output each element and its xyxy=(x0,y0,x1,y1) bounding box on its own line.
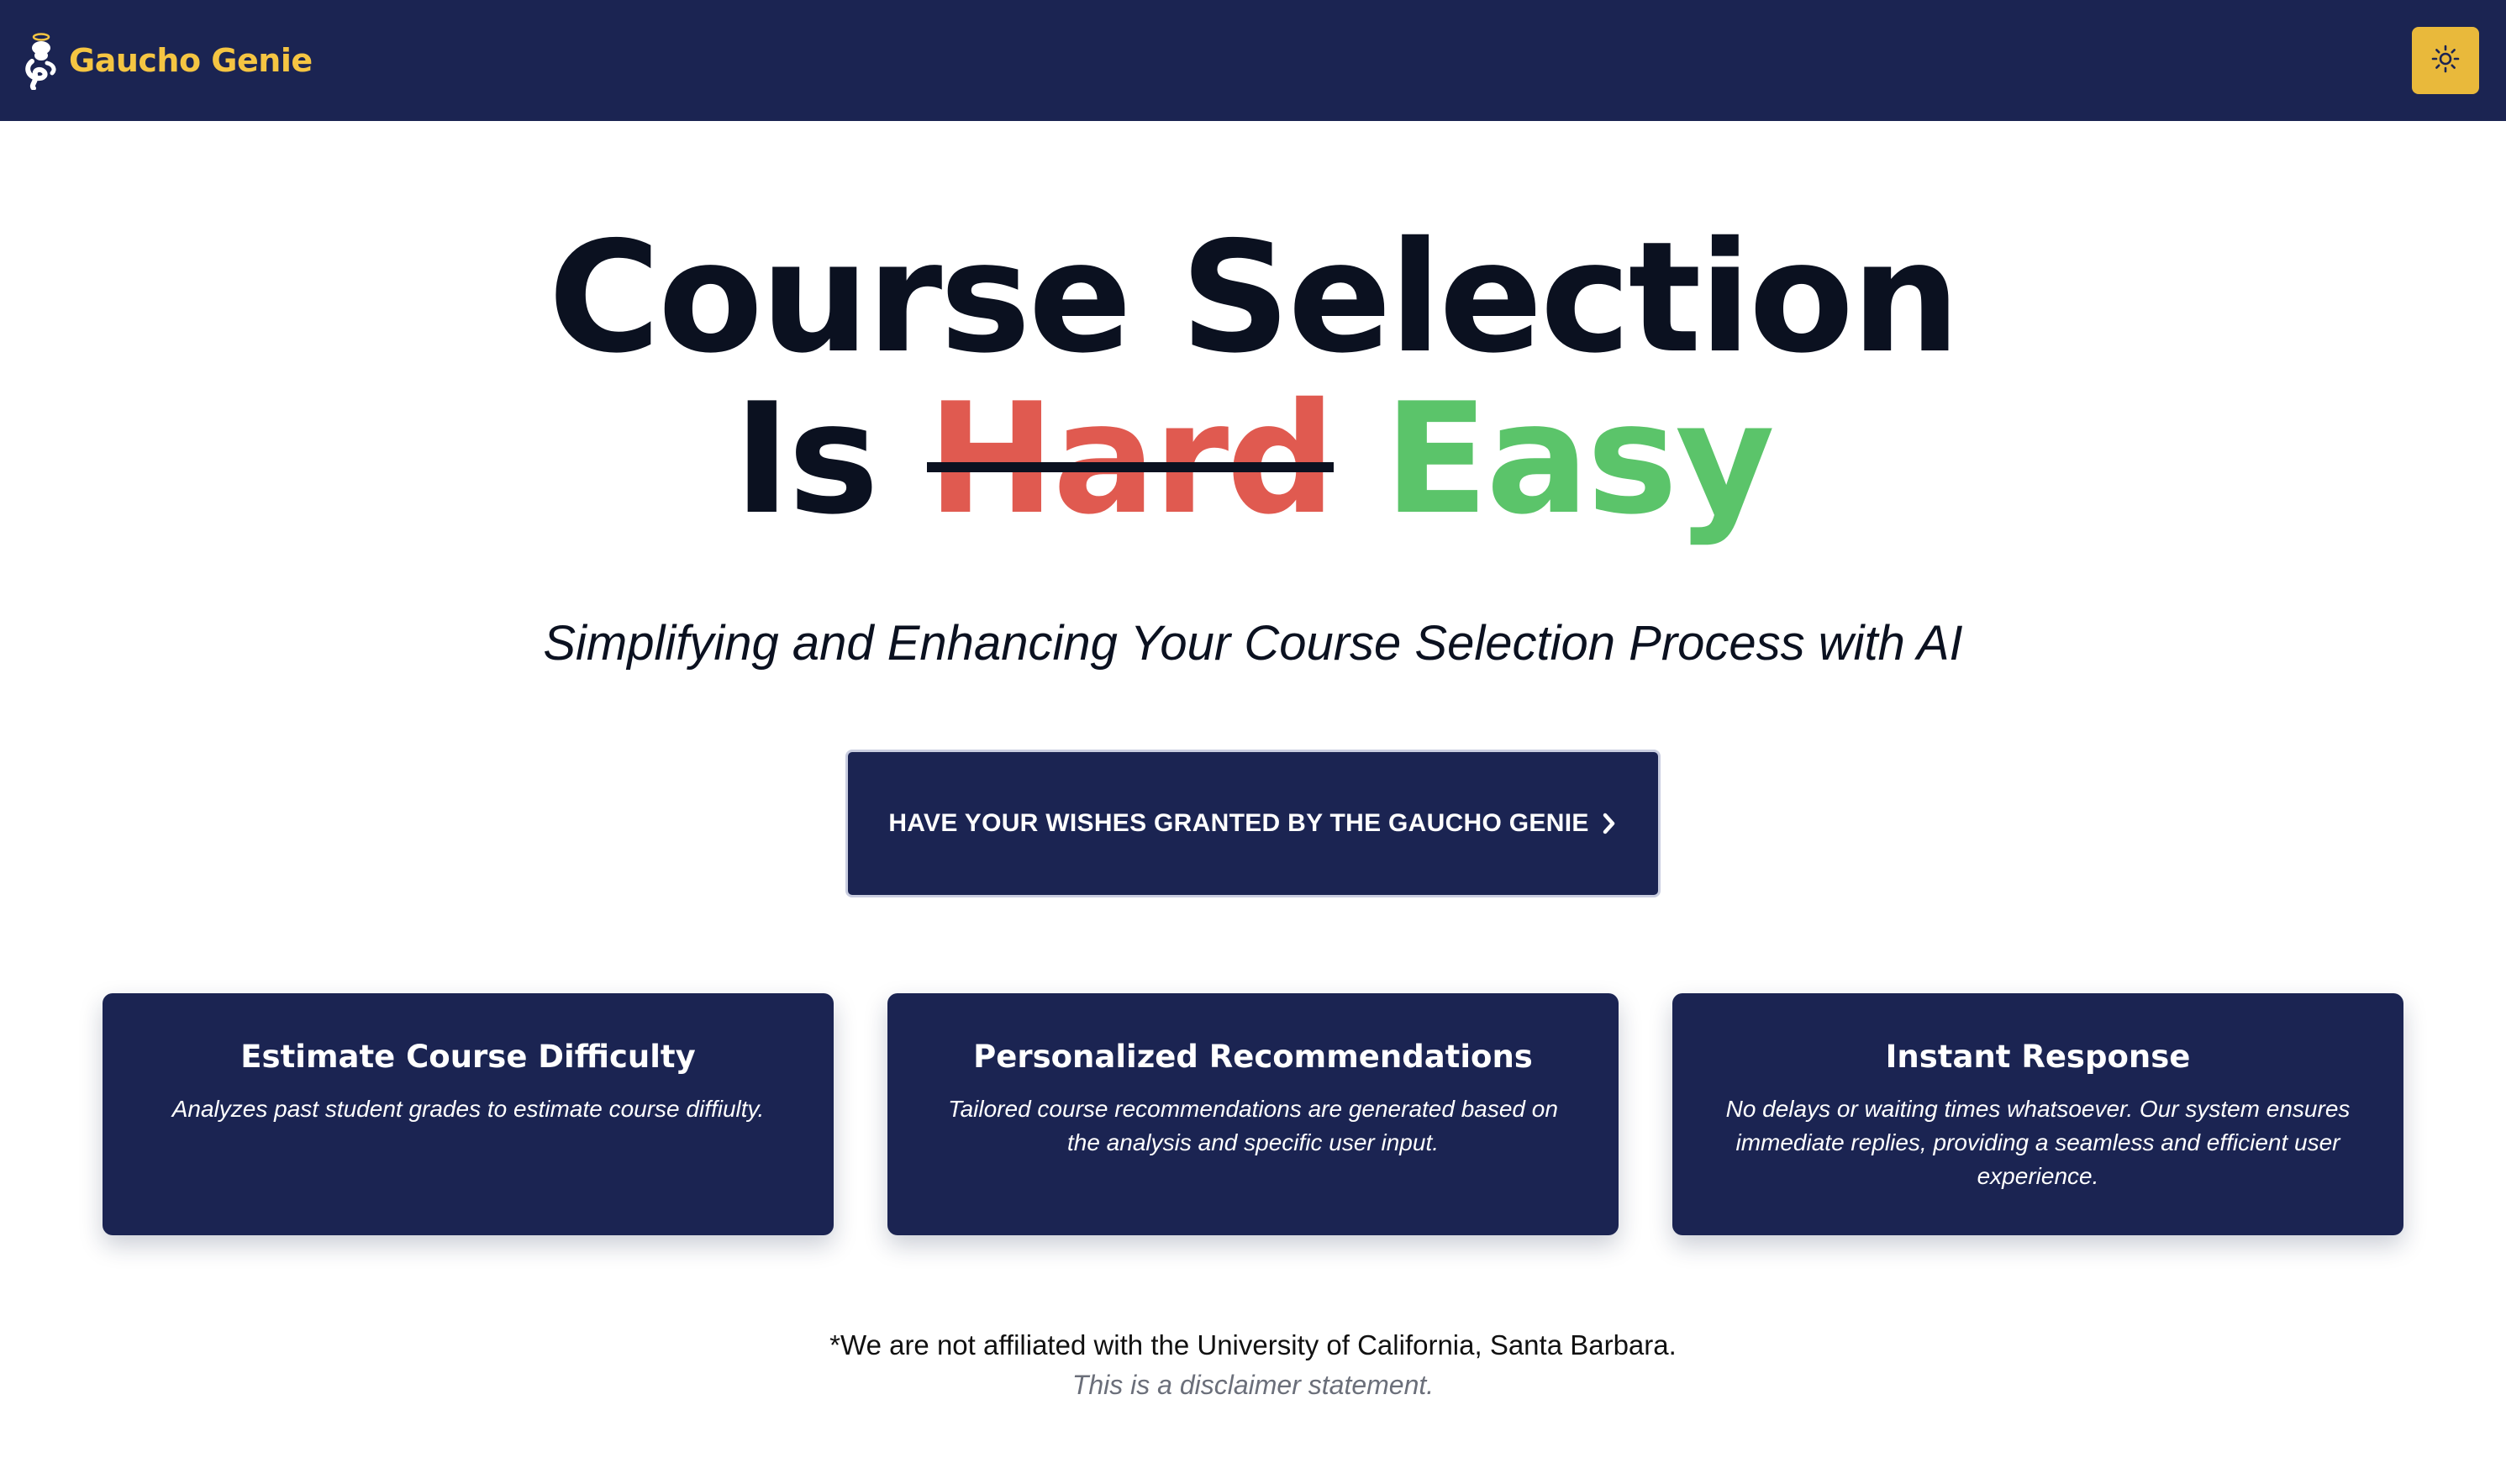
cta-button[interactable]: HAVE YOUR WISHES GRANTED BY THE GAUCHO G… xyxy=(845,750,1661,897)
hero-title-line2: Is Hard Easy xyxy=(0,378,2506,539)
hero-subtitle: Simplifying and Enhancing Your Course Se… xyxy=(543,616,1963,671)
feature-card-difficulty: Estimate Course Difficulty Analyzes past… xyxy=(103,993,834,1235)
genie-icon xyxy=(22,31,59,91)
brand-name: Gaucho Genie xyxy=(69,42,313,79)
struck-word-hard: Hard xyxy=(927,370,1336,548)
feature-card-description: Tailored course recommendations are gene… xyxy=(948,1096,1558,1155)
feature-card-description: Analyzes past student grades to estimate… xyxy=(171,1096,765,1122)
feature-card-description: No delays or waiting times whatsoever. O… xyxy=(1725,1096,2351,1189)
sun-icon xyxy=(2431,45,2460,77)
chevron-right-icon xyxy=(1601,811,1618,836)
feature-card-title: Personalized Recommendations xyxy=(973,1039,1533,1075)
disclaimer-text: *We are not affiliated with the Universi… xyxy=(829,1329,1677,1360)
top-navbar: Gaucho Genie xyxy=(0,0,2506,121)
feature-card-title: Instant Response xyxy=(1885,1039,2191,1075)
feature-card-instant-response: Instant Response No delays or waiting ti… xyxy=(1672,993,2403,1235)
hero-title: Course Selection Is Hard Easy xyxy=(0,217,2506,539)
theme-toggle-button[interactable] xyxy=(2412,27,2479,94)
hero-title-line1: Course Selection xyxy=(548,208,1960,387)
feature-card-recommendations: Personalized Recommendations Tailored co… xyxy=(887,993,1619,1235)
cta-label: HAVE YOUR WISHES GRANTED BY THE GAUCHO G… xyxy=(888,809,1589,837)
disclaimer-note: This is a disclaimer statement. xyxy=(1071,1370,1435,1400)
highlight-word-easy: Easy xyxy=(1383,370,1775,548)
brand-link[interactable]: Gaucho Genie xyxy=(22,30,313,91)
hero-title-is: Is xyxy=(733,370,879,548)
feature-card-title: Estimate Course Difficulty xyxy=(240,1039,696,1075)
